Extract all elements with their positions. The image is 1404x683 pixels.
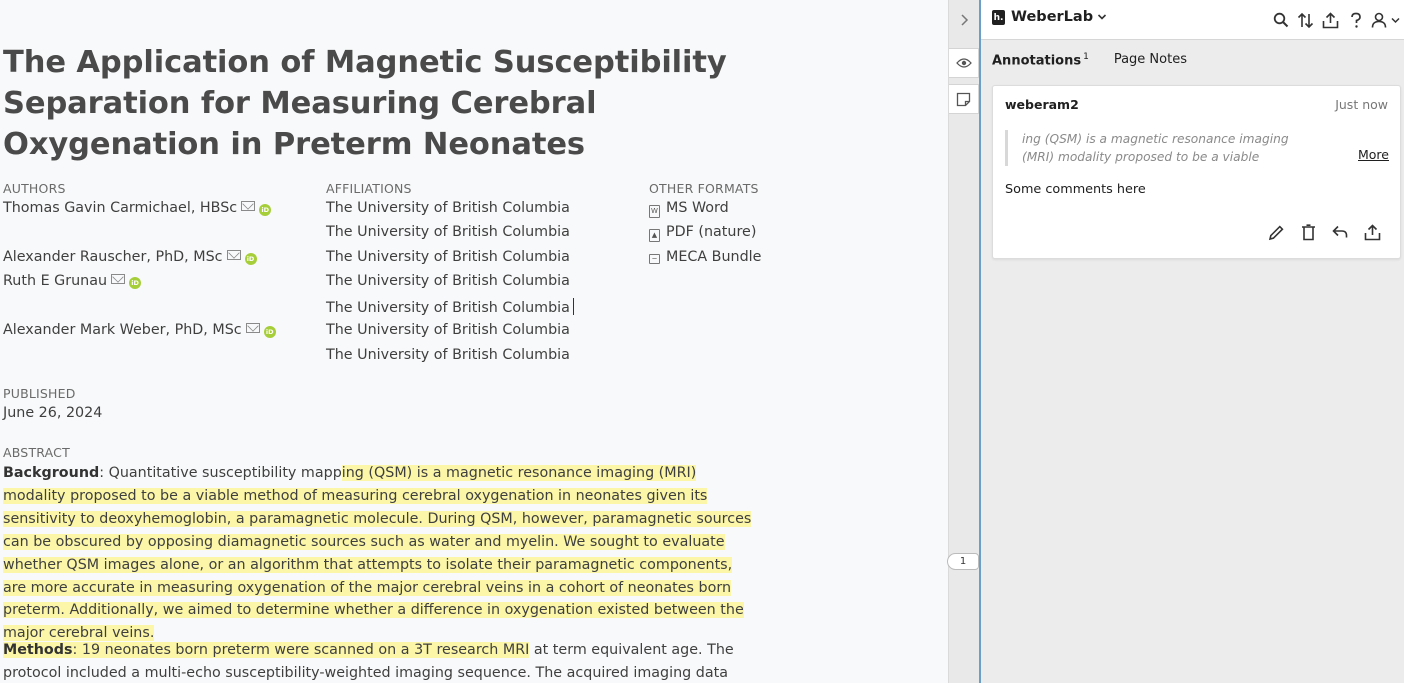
eye-icon (955, 58, 972, 68)
sidebar-topbar: h. WeberLab (981, 0, 1404, 40)
more-button[interactable]: More (1358, 147, 1389, 162)
collapse-sidebar-button[interactable] (949, 5, 979, 35)
background-text: : Quantitative susceptibility mapp (99, 465, 342, 481)
authors-label: AUTHORS (3, 181, 66, 196)
help-icon (1350, 12, 1361, 28)
pdf-file-icon: ▲ (649, 229, 660, 242)
email-icon[interactable] (111, 274, 126, 284)
annotation-bucket[interactable]: 1 (947, 553, 979, 570)
tab-page-notes[interactable]: Page Notes (1114, 52, 1187, 68)
orcid-icon[interactable]: iD (259, 204, 272, 216)
format-label[interactable]: MECA Bundle (666, 249, 761, 265)
article-pane: The Application of Magnetic Susceptibili… (0, 0, 948, 683)
abstract-label: ABSTRACT (3, 445, 70, 460)
author-4: Alexander Mark Weber, PhD, MSc iD (3, 322, 276, 338)
sort-icon (1297, 12, 1314, 28)
author-name[interactable]: Alexander Rauscher, PhD, MSc (3, 249, 223, 265)
sidebar-toolbar: 1 (947, 0, 979, 683)
delete-button[interactable] (1292, 220, 1324, 244)
abstract-methods: Methods: 19 neonates born preterm were s… (3, 639, 755, 683)
note-icon (956, 92, 971, 106)
orcid-icon[interactable]: iD (244, 253, 257, 265)
reply-button[interactable] (1324, 220, 1356, 244)
affiliation-7: The University of British Columbia (326, 347, 570, 363)
text-cursor (572, 298, 574, 315)
tab-annotations[interactable]: Annotations 1 (992, 52, 1089, 68)
tab-label: Annotations (992, 53, 1082, 69)
highlight-annotation[interactable]: ing (QSM) is a magnetic resonance imagin… (3, 465, 752, 642)
article-title: The Application of Magnetic Susceptibili… (3, 45, 727, 162)
annotation-time[interactable]: Just now (1335, 97, 1388, 112)
pencil-icon (1268, 224, 1284, 240)
chevron-down-icon (1098, 14, 1107, 20)
show-highlights-button[interactable] (949, 48, 979, 78)
affiliation-6: The University of British Columbia (326, 322, 570, 338)
sort-button[interactable] (1293, 9, 1318, 31)
quote-text: ing (QSM) is a magnetic resonance imagin… (1022, 132, 1289, 164)
affiliation-2: The University of British Columbia (326, 224, 570, 240)
group-name: WeberLab (1011, 9, 1094, 25)
author-3: Ruth E Grunau iD (3, 273, 142, 289)
published-label: PUBLISHED (3, 386, 76, 401)
format-pdf[interactable]: ▲ PDF (nature) (649, 224, 756, 242)
trash-icon (1301, 223, 1315, 240)
share-icon (1364, 223, 1380, 240)
reply-icon (1332, 225, 1348, 238)
edit-button[interactable] (1260, 220, 1292, 244)
hypothesis-logo-icon: h. (992, 9, 1005, 25)
affiliations-label: AFFILIATIONS (326, 181, 412, 196)
background-heading: Background (3, 465, 100, 481)
format-meca[interactable]: ─ MECA Bundle (649, 249, 761, 265)
format-msword[interactable]: W MS Word (649, 200, 729, 218)
email-icon[interactable] (245, 323, 260, 333)
affiliation-4: The University of British Columbia (326, 273, 570, 289)
annotation-sidebar: h. WeberLab Annotations 1 Page Notes web… (979, 0, 1404, 683)
help-button[interactable] (1343, 9, 1368, 31)
new-page-note-button[interactable] (949, 84, 979, 114)
share-annotation-button[interactable] (1356, 220, 1388, 244)
search-icon (1273, 12, 1288, 28)
orcid-icon[interactable]: iD (129, 277, 142, 289)
chevron-down-icon (1390, 17, 1400, 23)
methods-heading: Methods (3, 642, 73, 658)
author-2: Alexander Rauscher, PhD, MSc iD (3, 249, 257, 265)
share-icon (1322, 11, 1339, 28)
author-name[interactable]: Ruth E Grunau (3, 273, 107, 289)
formats-label: OTHER FORMATS (649, 181, 759, 196)
format-label[interactable]: MS Word (666, 200, 729, 216)
user-menu-button[interactable] (1368, 9, 1402, 31)
email-icon[interactable] (241, 201, 256, 211)
abstract-background: Background: Quantitative susceptibility … (3, 462, 755, 645)
annotation-card[interactable]: weberam2 Just now ing (QSM) is a magneti… (992, 85, 1401, 259)
annotation-count: 1 (1083, 52, 1089, 62)
share-button[interactable] (1318, 9, 1343, 31)
group-selector[interactable]: h. WeberLab (992, 9, 1107, 25)
highlight-methods[interactable]: Methods: 19 neonates born preterm were s… (3, 642, 530, 658)
sidebar-tabs: Annotations 1 Page Notes (992, 52, 1212, 68)
annotation-comment: Some comments here (1005, 182, 1146, 197)
affiliation-3: The University of British Columbia (326, 249, 570, 265)
author-name[interactable]: Alexander Mark Weber, PhD, MSc (3, 322, 242, 338)
chevron-right-icon (961, 14, 969, 26)
published-date: June 26, 2024 (3, 405, 103, 421)
author-name[interactable]: Thomas Gavin Carmichael, HBSc (3, 200, 237, 216)
word-file-icon: W (649, 205, 660, 218)
affiliation-text: The University of British Columbia (326, 300, 570, 316)
email-icon[interactable] (226, 250, 241, 260)
orcid-icon[interactable]: iD (263, 326, 276, 338)
search-button[interactable] (1268, 9, 1293, 31)
annotation-user[interactable]: weberam2 (1005, 97, 1079, 112)
format-label[interactable]: PDF (nature) (666, 224, 756, 240)
archive-icon: ─ (649, 254, 660, 264)
affiliation-5: The University of British Columbia (326, 298, 574, 316)
methods-highlight-text: : 19 neonates born preterm were scanned … (72, 642, 530, 658)
annotation-quote[interactable]: ing (QSM) is a magnetic resonance imagin… (1005, 130, 1305, 166)
author-1: Thomas Gavin Carmichael, HBSc iD (3, 200, 272, 216)
user-icon (1371, 12, 1386, 28)
affiliation-1: The University of British Columbia (326, 200, 570, 216)
